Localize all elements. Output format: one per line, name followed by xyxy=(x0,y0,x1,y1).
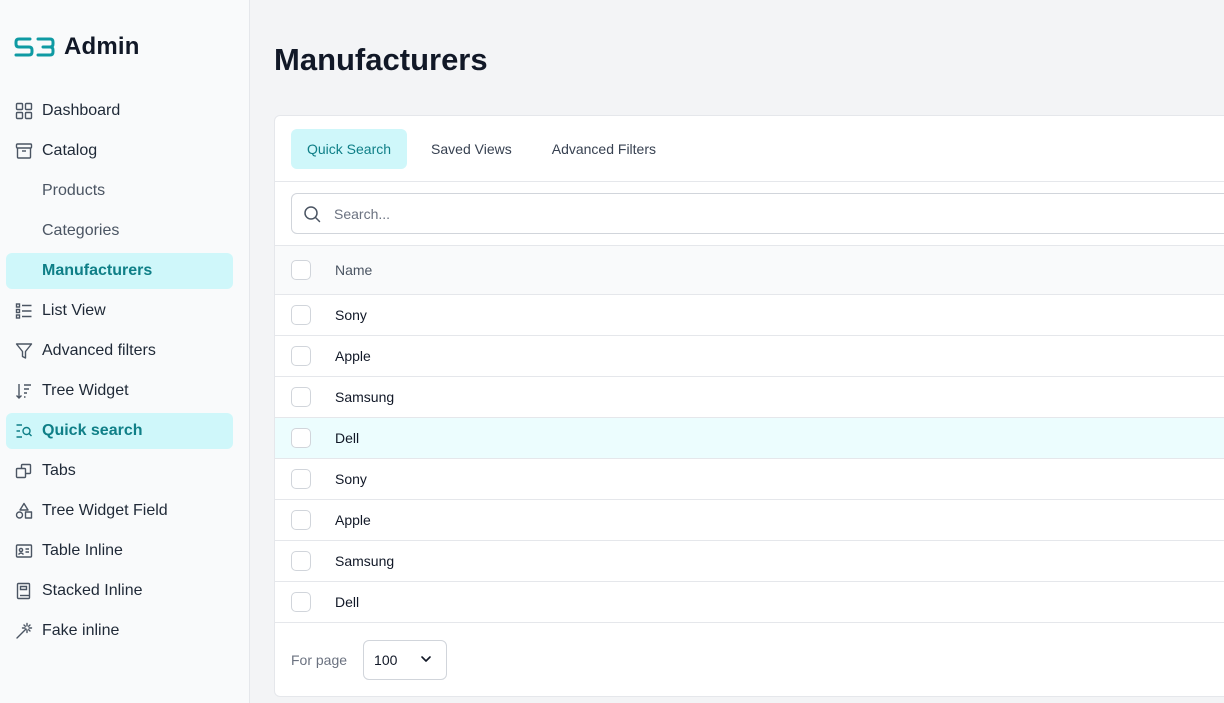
row-checkbox[interactable] xyxy=(291,592,311,612)
sort-icon xyxy=(14,381,34,401)
sidebar-item-catalog[interactable]: Catalog xyxy=(6,133,233,169)
logo[interactable]: Admin xyxy=(14,32,140,62)
row-checkbox[interactable] xyxy=(291,510,311,530)
search-bar xyxy=(275,182,1224,246)
row-name[interactable]: Apple xyxy=(335,512,371,528)
filter-icon xyxy=(14,341,34,361)
sidebar-item-categories[interactable]: Categories xyxy=(6,213,233,249)
table-row[interactable]: Sony xyxy=(275,459,1224,500)
list-icon xyxy=(14,301,34,321)
sidebar-item-tree-widget[interactable]: Tree Widget xyxy=(6,373,233,409)
row-name[interactable]: Dell xyxy=(335,594,359,610)
search-icon xyxy=(302,204,322,224)
sidebar-item-label: Fake inline xyxy=(42,622,120,639)
sidebar-item-label: Categories xyxy=(42,222,120,239)
table-row[interactable]: Samsung xyxy=(275,541,1224,582)
tab-quick-search[interactable]: Quick Search xyxy=(291,128,408,169)
sidebar-item-label: Advanced filters xyxy=(42,342,156,359)
search-box[interactable] xyxy=(291,193,1224,234)
sidebar-item-fake-inline[interactable]: Fake inline xyxy=(6,613,233,649)
table-row[interactable]: Apple xyxy=(275,336,1224,377)
sidebar-item-quick-search[interactable]: Quick search xyxy=(6,413,233,449)
row-checkbox[interactable] xyxy=(291,305,311,325)
row-name[interactable]: Sony xyxy=(335,471,367,487)
tab-advanced-filters[interactable]: Advanced Filters xyxy=(536,129,672,169)
sidebar-item-table-inline[interactable]: Table Inline xyxy=(6,533,233,569)
archive-icon xyxy=(14,141,34,161)
row-checkbox[interactable] xyxy=(291,469,311,489)
copy-icon xyxy=(14,461,34,481)
sidebar-item-label: Stacked Inline xyxy=(42,582,143,599)
sidebar-item-label: Table Inline xyxy=(42,542,123,559)
column-header-name[interactable]: Name xyxy=(335,262,372,278)
row-checkbox[interactable] xyxy=(291,387,311,407)
sidebar-item-dashboard[interactable]: Dashboard xyxy=(6,93,233,129)
sidebar-nav: Dashboard Catalog Products Categories Ma… xyxy=(6,93,233,653)
per-page-value: 100 xyxy=(374,652,398,668)
chevron-down-icon xyxy=(420,652,432,668)
row-checkbox[interactable] xyxy=(291,346,311,366)
sidebar-item-label: Tree Widget Field xyxy=(42,502,168,519)
sidebar-item-list-view[interactable]: List View xyxy=(6,293,233,329)
per-page-select[interactable]: 100 xyxy=(363,640,448,680)
id-card-icon xyxy=(14,541,34,561)
row-checkbox[interactable] xyxy=(291,551,311,571)
row-name[interactable]: Apple xyxy=(335,348,371,364)
table-header: Name xyxy=(275,246,1224,295)
select-all-checkbox[interactable] xyxy=(291,260,311,280)
sidebar-item-label: Tabs xyxy=(42,462,76,479)
grid-icon xyxy=(14,101,34,121)
sidebar-item-label: Tree Widget xyxy=(42,382,129,399)
list-card: Quick Search Saved Views Advanced Filter… xyxy=(274,115,1224,697)
sidebar-item-stacked-inline[interactable]: Stacked Inline xyxy=(6,573,233,609)
sidebar-item-tabs[interactable]: Tabs xyxy=(6,453,233,489)
row-name[interactable]: Dell xyxy=(335,430,359,446)
sidebar-item-advanced-filters[interactable]: Advanced filters xyxy=(6,333,233,369)
sidebar-item-products[interactable]: Products xyxy=(6,173,233,209)
table-row[interactable]: Apple xyxy=(275,500,1224,541)
search-list-icon xyxy=(14,421,34,441)
magic-wand-icon xyxy=(14,621,34,641)
sidebar-item-tree-widget-field[interactable]: Tree Widget Field xyxy=(6,493,233,529)
table-row[interactable]: Samsung xyxy=(275,377,1224,418)
row-name[interactable]: Samsung xyxy=(335,389,394,405)
table-footer: For page 100 xyxy=(275,623,1224,696)
sidebar-item-label: Manufacturers xyxy=(42,262,153,279)
book-icon xyxy=(14,581,34,601)
sidebar-item-manufacturers[interactable]: Manufacturers xyxy=(6,253,233,289)
filter-tabs: Quick Search Saved Views Advanced Filter… xyxy=(275,116,1224,182)
row-name[interactable]: Samsung xyxy=(335,553,394,569)
shapes-icon xyxy=(14,501,34,521)
table-row[interactable]: Dell xyxy=(275,418,1224,459)
sidebar: Admin Dashboard Catalog Products Categor… xyxy=(0,0,250,703)
search-input[interactable] xyxy=(334,205,1134,222)
page-title: Manufacturers xyxy=(274,42,488,77)
per-page-label: For page xyxy=(291,652,348,668)
table-row[interactable]: Sony xyxy=(275,295,1224,336)
logo-text: Admin xyxy=(64,33,140,60)
row-checkbox[interactable] xyxy=(291,428,311,448)
row-name[interactable]: Sony xyxy=(335,307,367,323)
sidebar-item-label: Quick search xyxy=(42,422,143,439)
sidebar-item-label: Products xyxy=(42,182,106,199)
sidebar-item-label: Dashboard xyxy=(42,102,121,119)
sidebar-item-label: Catalog xyxy=(42,142,98,159)
table-row[interactable]: Dell xyxy=(275,582,1224,623)
sidebar-item-label: List View xyxy=(42,302,106,319)
logo-mark-icon xyxy=(14,36,56,58)
table-body: Sony Apple Samsung Dell Sony Apple Samsu… xyxy=(275,295,1224,623)
tab-saved-views[interactable]: Saved Views xyxy=(415,129,528,169)
